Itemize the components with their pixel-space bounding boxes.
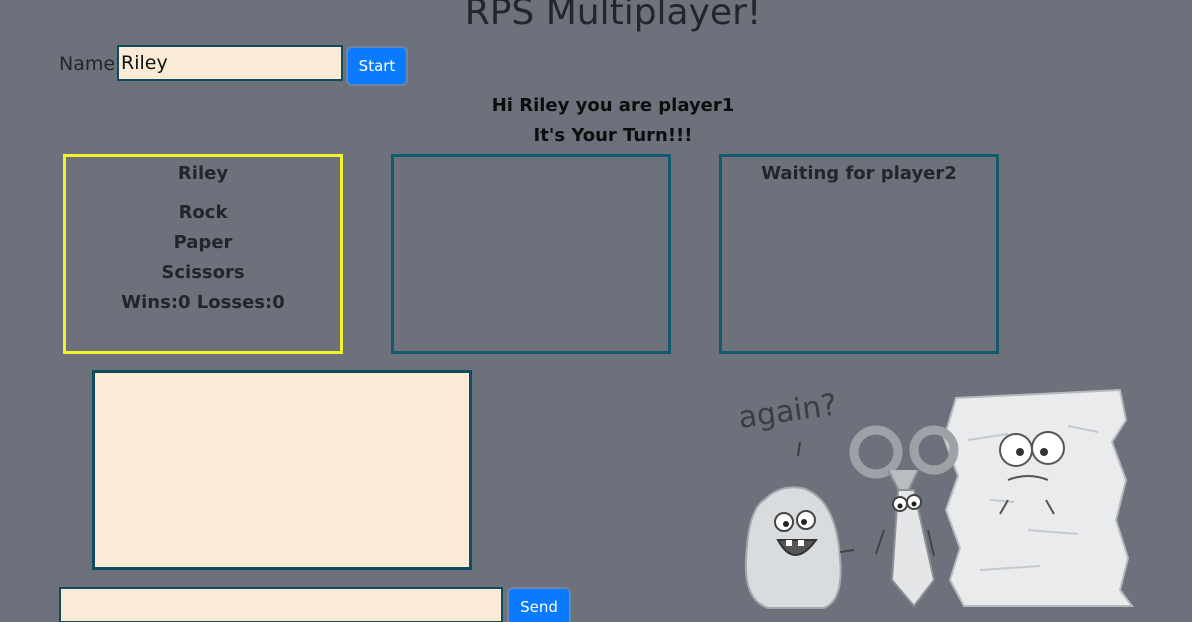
page-title: RPS Multiplayer! [464,0,762,33]
player1-box: Riley Rock Paper Scissors Wins:0 Losses:… [63,154,343,354]
again-caption: again? [736,387,839,435]
player1-name: Riley [177,163,229,184]
turn-indicator: It's Your Turn!!! [533,125,693,146]
player2-waiting-text: Waiting for player2 [761,163,957,184]
choice-paper[interactable]: Paper [66,228,340,258]
chat-input[interactable] [59,587,503,622]
player1-score: Wins:0 Losses:0 [121,292,285,313]
scissors-character [849,425,959,608]
name-label: Name [59,53,116,75]
send-button[interactable]: Send [509,589,569,622]
paper-character [942,388,1134,607]
player2-box: Waiting for player2 [719,154,999,354]
start-button[interactable]: Start [348,48,406,84]
name-input[interactable] [117,45,343,81]
page: RPS Multiplayer! Name Start Hi Riley you… [0,0,1192,622]
rps-characters-illustration: again? [736,387,1134,609]
greeting-text: Hi Riley you are player1 [491,95,735,116]
choice-rock[interactable]: Rock [66,198,340,228]
choice-list: Rock Paper Scissors [66,198,340,288]
result-box [391,154,671,354]
choice-scissors[interactable]: Scissors [66,258,340,288]
chat-log [92,370,472,570]
rock-character [744,486,855,609]
